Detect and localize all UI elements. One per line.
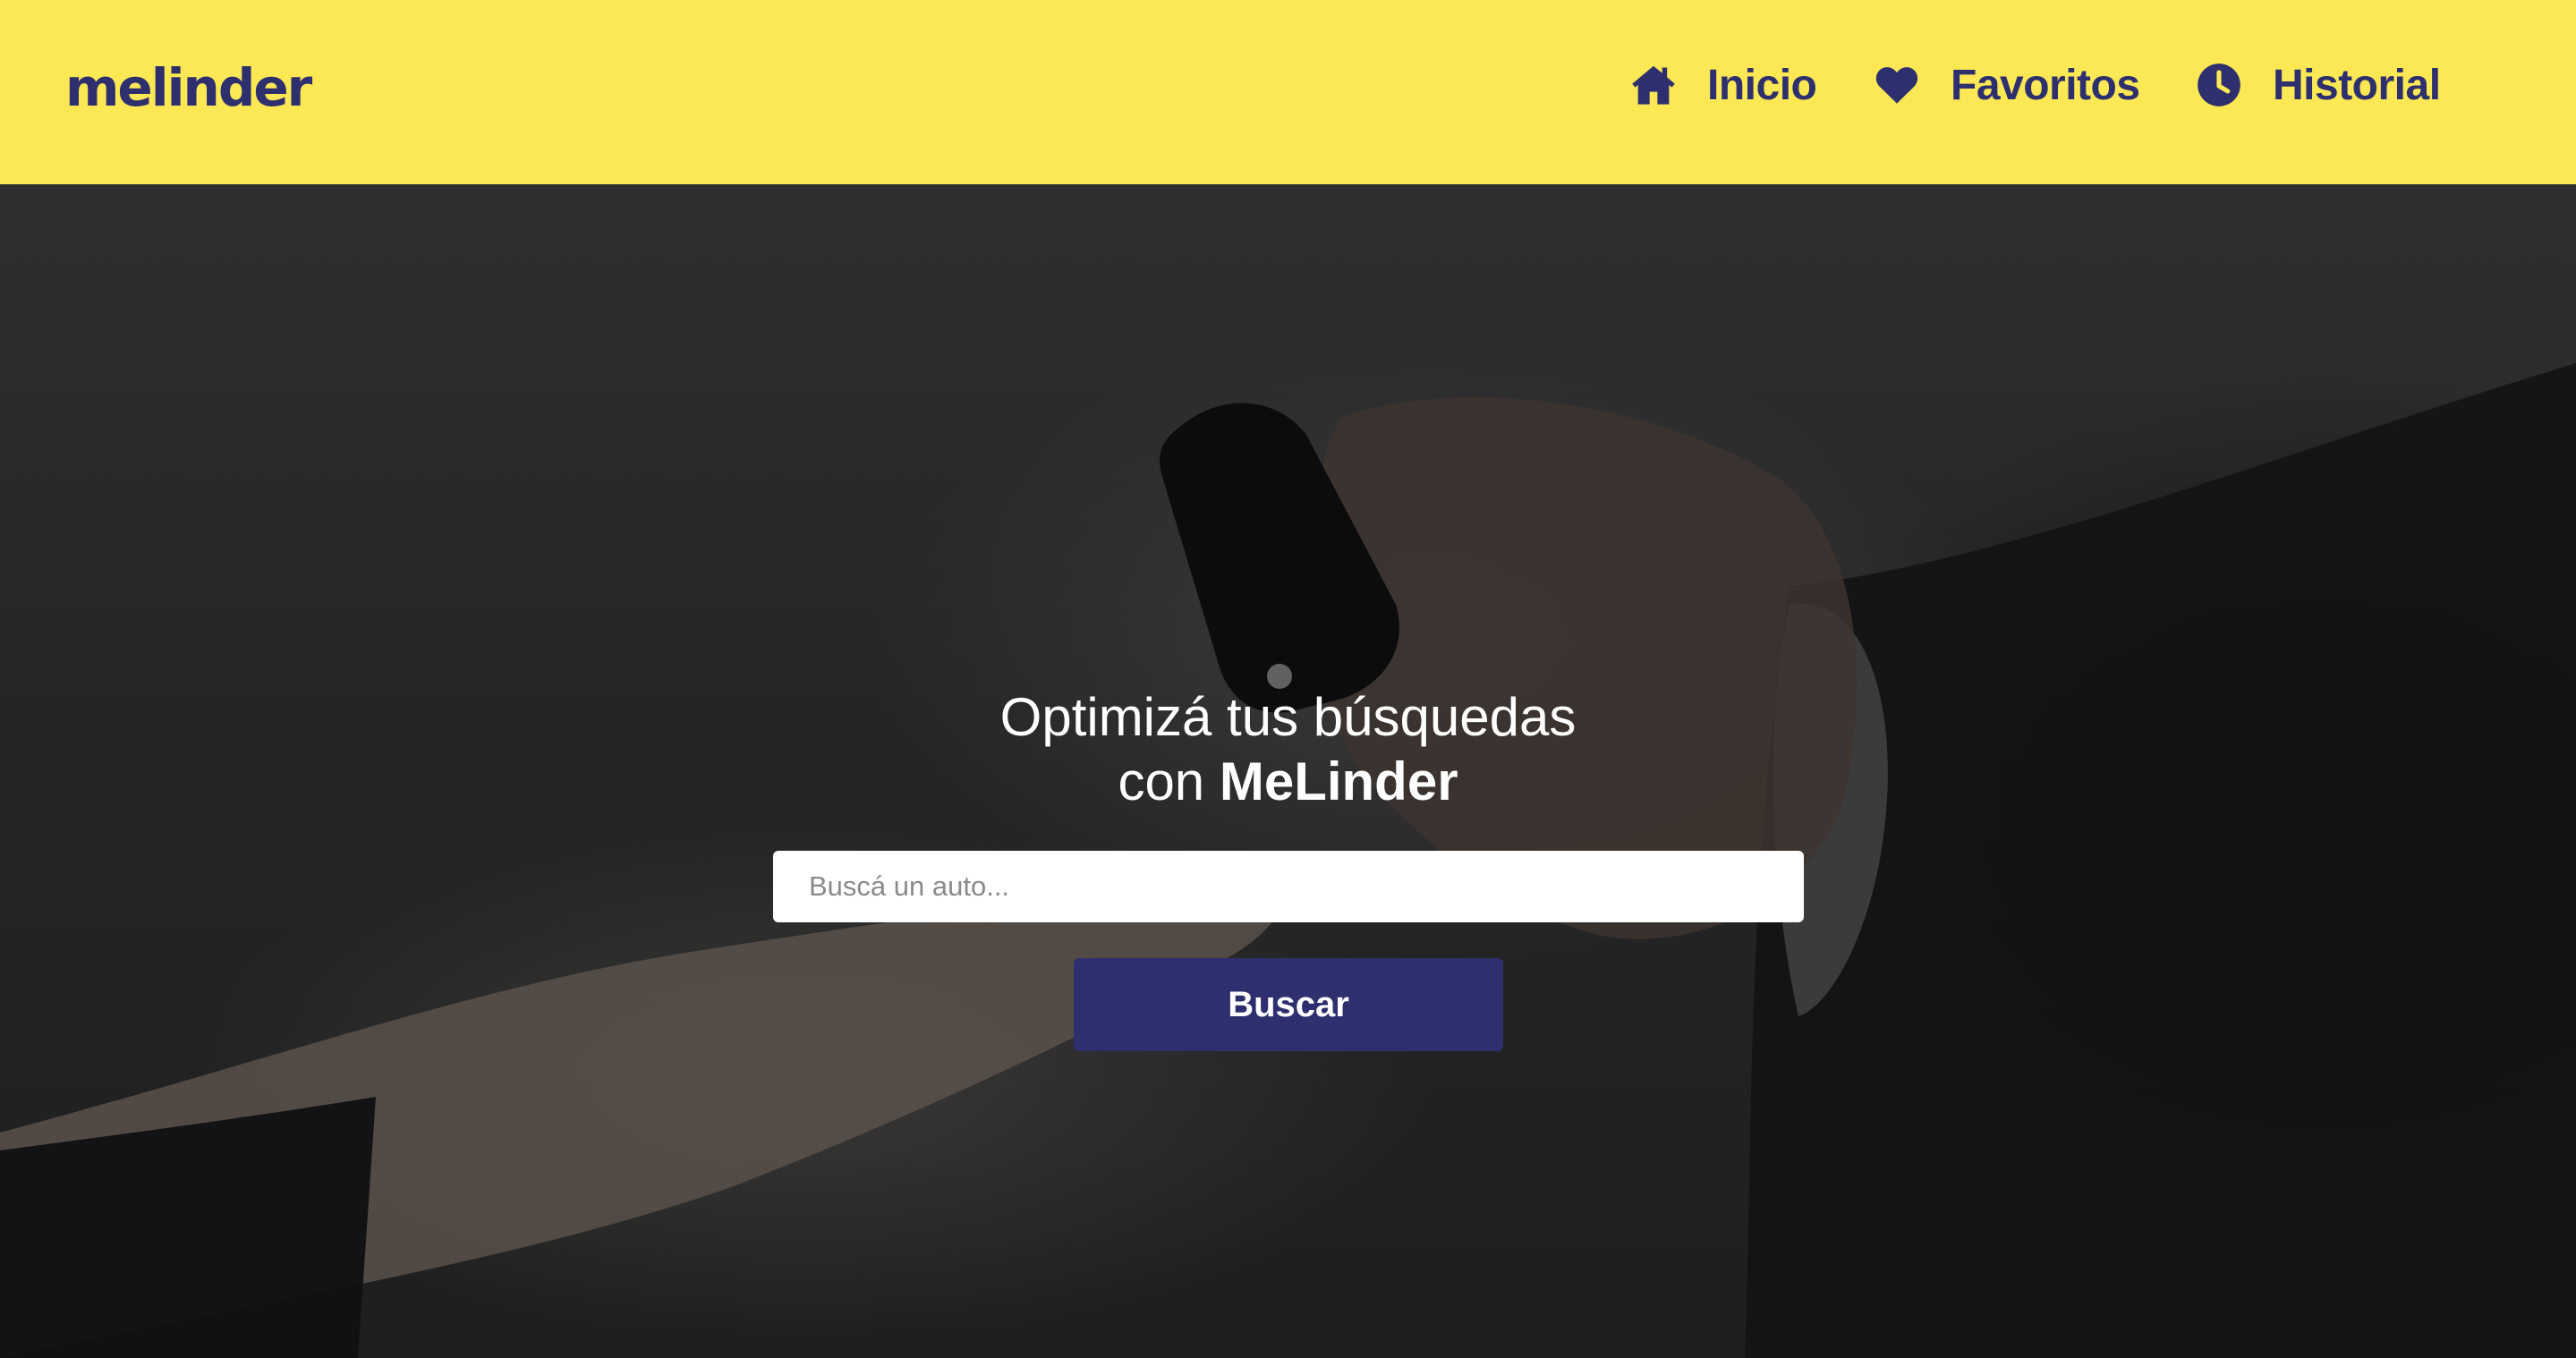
top-navbar: melinder Inicio Favoritos Historial — [0, 0, 2576, 184]
hero-title-brand: MeLinder — [1219, 751, 1458, 811]
nav-item-inicio[interactable]: Inicio — [1630, 54, 1817, 116]
nav-item-favoritos[interactable]: Favoritos — [1874, 54, 2140, 116]
hero-title-line2: con MeLinder — [0, 750, 2576, 814]
home-icon — [1632, 65, 1675, 105]
hero-title-prefix: con — [1118, 751, 1220, 811]
nav-label-historial: Historial — [2273, 61, 2441, 109]
hero-title: Optimizá tus búsquedas con MeLinder — [0, 685, 2576, 814]
search-button[interactable]: Buscar — [1074, 958, 1503, 1051]
melinder-logo[interactable]: melinder — [65, 57, 312, 118]
nav-item-historial[interactable]: Historial — [2196, 54, 2441, 116]
hero-section: Optimizá tus búsquedas con MeLinder Busc… — [0, 184, 2576, 1358]
nav-label-inicio: Inicio — [1707, 61, 1817, 109]
search-input[interactable] — [773, 851, 1804, 922]
heart-icon — [1875, 67, 1918, 104]
nav-label-favoritos: Favoritos — [1951, 61, 2140, 109]
hero-title-line1: Optimizá tus búsquedas — [999, 687, 1577, 747]
page: melinder Inicio Favoritos Historial Opti… — [0, 0, 2576, 1358]
clock-icon — [2198, 64, 2240, 106]
